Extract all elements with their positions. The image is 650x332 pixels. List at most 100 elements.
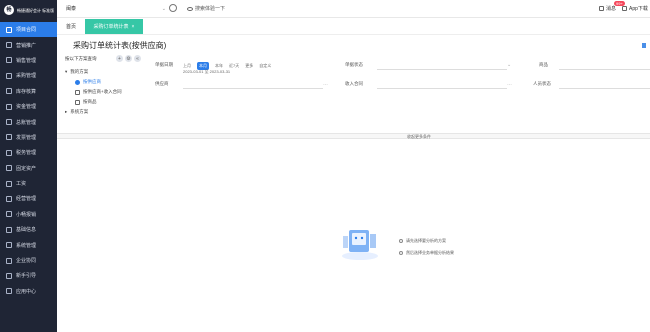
inventory-icon bbox=[6, 88, 12, 95]
sidebar-item-guide[interactable]: 新手引导 bbox=[0, 268, 57, 283]
fund-icon bbox=[6, 103, 12, 110]
sidebar-item-operation[interactable]: 经营管理 bbox=[0, 191, 57, 206]
tree-group-system[interactable]: ▸ 系统方案 bbox=[65, 107, 141, 117]
sidebar-item-asset[interactable]: 固定资产 bbox=[0, 161, 57, 176]
collapse-conditions-button[interactable]: 收起更多条件 bbox=[407, 134, 431, 139]
scheme-icon bbox=[75, 89, 80, 95]
phone-icon bbox=[622, 6, 627, 11]
company-name: 闽泰 bbox=[66, 6, 77, 12]
search-label: 搜索体验一下 bbox=[195, 6, 226, 12]
sidebar-item-contract[interactable]: 项目合同 bbox=[0, 22, 57, 38]
sidebar-item-fund[interactable]: 资金管理 bbox=[0, 99, 57, 114]
purchase-icon bbox=[6, 72, 12, 79]
date-range-field[interactable]: 2023-03-01 至 2023-03-31 bbox=[183, 69, 230, 75]
info-icon bbox=[399, 251, 403, 255]
add-scheme-button[interactable]: + bbox=[116, 55, 123, 62]
income-contract-input[interactable] bbox=[377, 88, 507, 89]
quick-date-option[interactable]: 自定义 bbox=[259, 63, 271, 69]
page-title: 采购订单统计表(按供应商) bbox=[73, 41, 167, 50]
tip-item: 请先选择要分析的方案 bbox=[399, 235, 454, 247]
global-search[interactable]: 搜索体验一下 bbox=[187, 4, 277, 13]
ledger-icon bbox=[6, 119, 12, 126]
sidebar-item-tax[interactable]: 税务管理 bbox=[0, 145, 57, 160]
tree-item-by-supplier-contract[interactable]: 按供应商+收入合同 bbox=[65, 87, 141, 97]
sidebar-item-sales[interactable]: 销售管理 bbox=[0, 53, 57, 68]
sidebar-item-label: 工资 bbox=[16, 181, 27, 188]
sidebar-item-label: 系统管理 bbox=[16, 242, 37, 249]
more-icon[interactable]: … bbox=[507, 81, 512, 87]
tree-item-by-goods[interactable]: 按商品 bbox=[65, 97, 141, 107]
status-label: 单据状态 bbox=[345, 62, 363, 67]
system-icon bbox=[6, 242, 12, 249]
filter-area: 单据日期 上月 本月 本年 近7天 更多 自定义 2023-03-01 至 2023-03… bbox=[155, 62, 650, 142]
sidebar-item-label: 税务管理 bbox=[16, 150, 37, 157]
supplier-label: 供应商 bbox=[155, 81, 169, 86]
sidebar-item-marketing[interactable]: 营销推广 bbox=[0, 37, 57, 52]
tax-icon bbox=[6, 149, 12, 156]
sidebar-item-invoice[interactable]: 发票管理 bbox=[0, 130, 57, 145]
sidebar-item-label: 项目合同 bbox=[16, 27, 37, 34]
contract-icon bbox=[6, 26, 12, 33]
sales-icon bbox=[6, 57, 12, 64]
income-contract-label: 收入合同 bbox=[345, 81, 363, 86]
app-download-label: App下载 bbox=[629, 6, 648, 12]
status-select[interactable] bbox=[377, 69, 507, 70]
tip-text: 请先选择要分析的方案 bbox=[406, 238, 446, 243]
brand-name: 畅捷通好会计 标准版 bbox=[17, 7, 55, 13]
tree-item-label: 按供应商 bbox=[83, 79, 101, 84]
page-tabs: 首页 采购订单统计表 × bbox=[57, 18, 650, 35]
close-icon[interactable]: × bbox=[132, 24, 135, 30]
sidebar-item-label: 总账管理 bbox=[16, 119, 37, 126]
sidebar-item-label: 销售管理 bbox=[16, 57, 37, 64]
sidebar-item-label: 发票管理 bbox=[16, 134, 37, 141]
tree-item-label: 按商品 bbox=[83, 99, 97, 104]
message-button[interactable]: 消息 bbox=[599, 5, 616, 12]
invoice-icon bbox=[6, 134, 12, 141]
sidebar-item-inventory[interactable]: 库存核算 bbox=[0, 84, 57, 99]
scheme-title: 按以下方案查询 bbox=[65, 56, 97, 61]
more-icon[interactable]: … bbox=[323, 81, 328, 87]
goods-input[interactable] bbox=[559, 69, 650, 70]
scheme-tree: ▾ 我的方案 按供应商 按供应商+收入合同 按商品 ▸ 系统方案 bbox=[65, 67, 141, 117]
sidebar-item-app-center[interactable]: 应用中心 bbox=[0, 284, 57, 299]
salary-icon bbox=[6, 180, 12, 187]
sidebar-item-salary[interactable]: 工资 bbox=[0, 176, 57, 191]
company-selector[interactable]: 闽泰 ⌄ bbox=[66, 5, 166, 14]
base-info-icon bbox=[6, 226, 12, 233]
scheme-actions: + ⚙ « bbox=[116, 55, 141, 62]
operation-icon bbox=[6, 195, 12, 202]
collapse-panel-button[interactable]: « bbox=[134, 55, 141, 62]
tree-group-mine[interactable]: ▾ 我的方案 bbox=[65, 67, 141, 77]
scheme-settings-button[interactable]: ⚙ bbox=[125, 55, 132, 62]
sidebar-item-label: 小畅报销 bbox=[16, 211, 37, 218]
sidebar-item-purchase[interactable]: 采购管理 bbox=[0, 68, 57, 83]
sidebar-item-system[interactable]: 系统管理 bbox=[0, 237, 57, 252]
app-root: 畅 畅捷通好会计 标准版 项目合同营销推广销售管理采购管理库存核算资金管理总账管… bbox=[0, 0, 650, 332]
sidebar-item-label: 库存核算 bbox=[16, 88, 37, 95]
app-download-button[interactable]: App下载 bbox=[622, 5, 648, 12]
sidebar-item-reimburse[interactable]: 小畅报销 bbox=[0, 207, 57, 222]
caret-down-icon: ▾ bbox=[65, 69, 68, 74]
tree-item-by-supplier[interactable]: 按供应商 bbox=[65, 77, 141, 87]
tab-purchase-order-stats[interactable]: 采购订单统计表 × bbox=[85, 19, 143, 34]
sidebar-item-collab[interactable]: 企业协同 bbox=[0, 253, 57, 268]
collapse-bar: 收起更多条件 bbox=[57, 133, 650, 139]
brand: 畅 畅捷通好会计 标准版 bbox=[0, 0, 57, 20]
goods-label: 商品 bbox=[539, 62, 548, 67]
info-icon bbox=[399, 239, 403, 243]
brand-logo: 畅 bbox=[4, 5, 14, 15]
empty-tips: 请先选择要分析的方案 然后选择业务单据分析结果 bbox=[399, 235, 454, 259]
bookmark-icon[interactable] bbox=[642, 43, 646, 48]
sidebar-item-base-info[interactable]: 基础信息 bbox=[0, 222, 57, 237]
quick-date-option[interactable]: 更多 bbox=[245, 63, 253, 69]
refresh-icon[interactable] bbox=[169, 4, 177, 12]
quick-date-option[interactable]: 近7天 bbox=[229, 63, 239, 69]
supplier-input[interactable] bbox=[183, 88, 323, 89]
main-content: 采购订单统计表(按供应商) 按以下方案查询 + ⚙ « ▾ 我的方案 按供应商 bbox=[57, 35, 650, 332]
sidebar-item-ledger[interactable]: 总账管理 bbox=[0, 114, 57, 129]
person-status-select[interactable] bbox=[559, 88, 650, 89]
sidebar-item-label: 新手引导 bbox=[16, 273, 37, 280]
tab-home[interactable]: 首页 bbox=[66, 23, 76, 30]
search-icon bbox=[187, 6, 193, 11]
sidebar-item-label: 经营管理 bbox=[16, 196, 37, 203]
